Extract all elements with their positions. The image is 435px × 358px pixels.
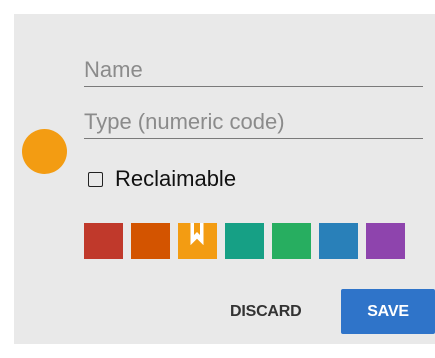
color-swatch[interactable] [366,223,405,259]
name-input[interactable] [84,53,423,86]
type-input[interactable] [84,105,423,138]
name-field[interactable] [84,53,423,87]
color-swatch[interactable] [272,223,311,259]
bookmark-icon [190,223,204,245]
color-swatch[interactable] [319,223,358,259]
color-swatch[interactable] [131,223,170,259]
type-field[interactable] [84,105,423,139]
color-swatch[interactable] [84,223,123,259]
color-swatch-row [84,223,405,259]
reclaimable-label: Reclaimable [115,166,237,191]
save-button[interactable]: SAVE [341,289,435,334]
reclaimable-checkbox[interactable] [88,171,103,187]
action-bar: DISCARD SAVE [0,289,435,334]
color-swatch[interactable] [225,223,264,259]
color-indicator-dot [22,129,67,174]
discard-button[interactable]: DISCARD [230,289,302,334]
reclaimable-checkbox-row[interactable]: Reclaimable [88,166,236,192]
color-swatch-selected[interactable] [178,223,217,259]
